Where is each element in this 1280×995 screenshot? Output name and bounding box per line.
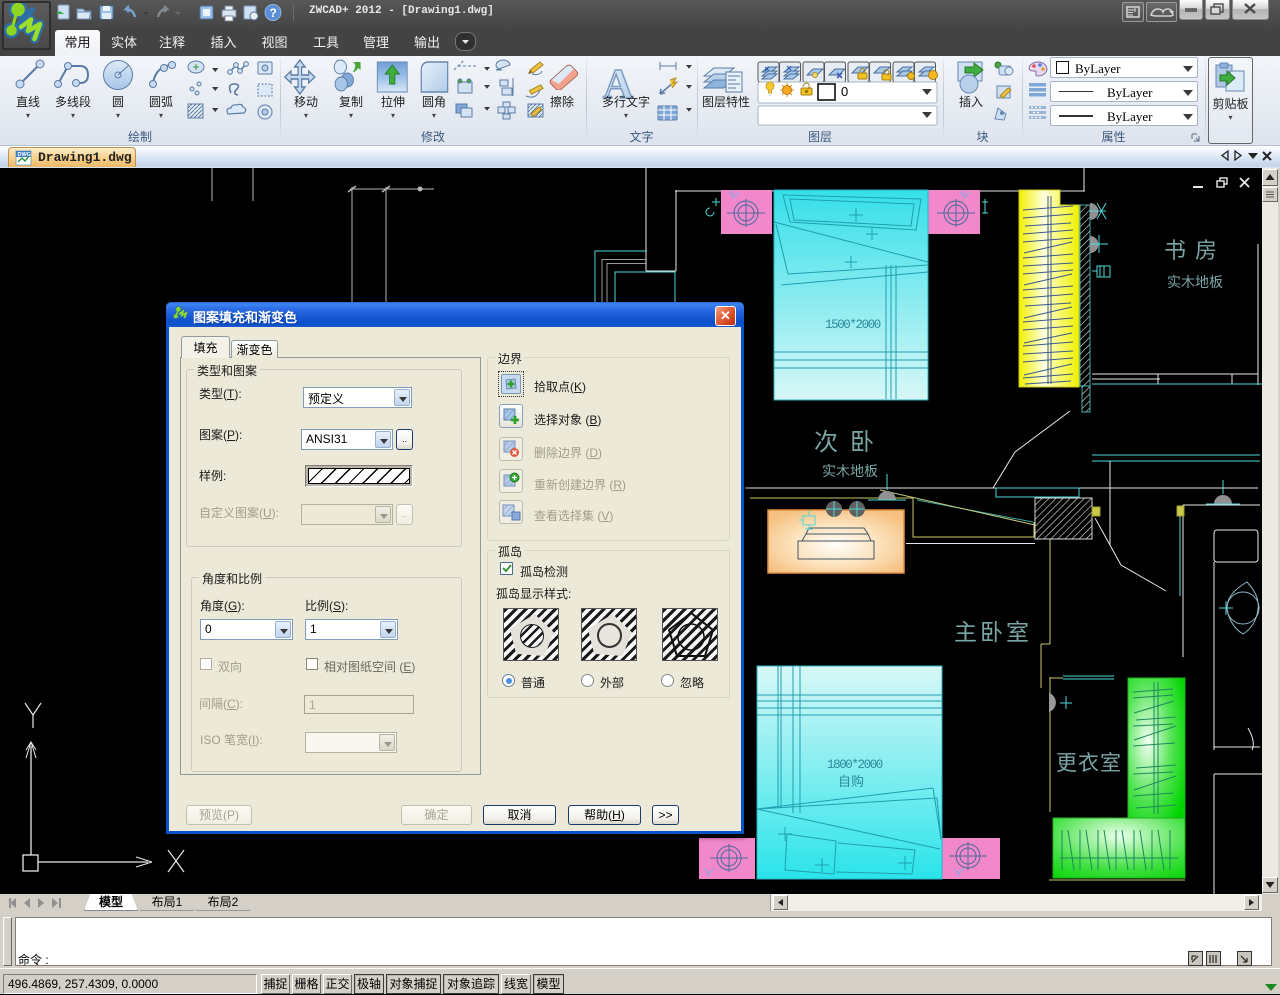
svg-text:自购: 自购 (838, 774, 864, 789)
svg-text:DWG: DWG (18, 152, 31, 158)
svg-text:0: 0 (841, 84, 848, 99)
svg-text:1500*2000: 1500*2000 (825, 318, 881, 332)
svg-text:实木地板: 实木地板 (822, 463, 878, 479)
svg-text:?: ? (270, 6, 277, 20)
svg-text:1800*2000: 1800*2000 (827, 758, 883, 772)
svg-text:书房: 书房 (1164, 238, 1226, 263)
svg-text:主卧室: 主卧室 (954, 619, 1032, 645)
svg-text:更衣室: 更衣室 (1056, 752, 1122, 775)
svg-text:次卧: 次卧 (814, 429, 886, 456)
svg-text:实木地板: 实木地板 (1167, 274, 1223, 290)
